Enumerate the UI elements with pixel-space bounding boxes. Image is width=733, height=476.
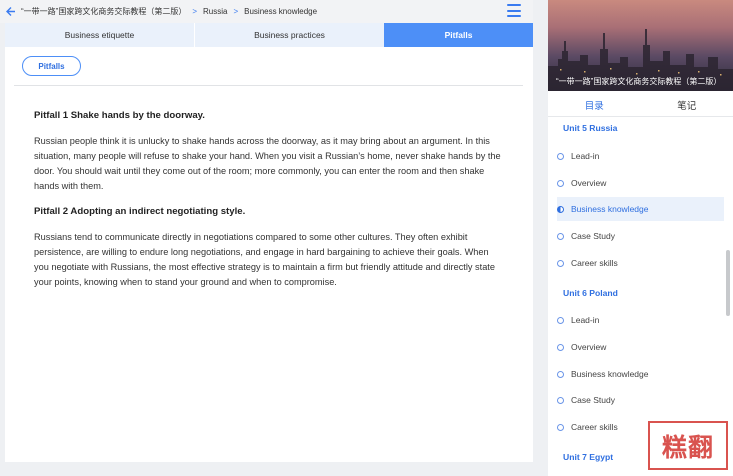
cover-title: “一带一路”国家跨文化商务交际教程（第二版）	[556, 77, 722, 86]
toc-item[interactable]: Overview	[557, 335, 724, 359]
toc-unit-title[interactable]: Unit 7 Egypt	[563, 452, 613, 462]
watermark-stamp: 糕翻	[648, 421, 728, 470]
toc-item[interactable]: Lead-in	[557, 144, 724, 168]
circle-icon	[557, 232, 564, 240]
menu-icon[interactable]	[507, 4, 521, 17]
circle-icon	[557, 152, 564, 160]
toc-item[interactable]: Case Study	[557, 388, 724, 412]
tab-business-etiquette[interactable]: Business etiquette	[5, 23, 194, 47]
sidebar-tabs: 目录 笔记	[548, 94, 733, 116]
toc-item-label: Overview	[571, 178, 607, 188]
toc-item-label: Business knowledge	[571, 369, 649, 379]
divider	[14, 85, 523, 86]
toc-unit-title[interactable]: Unit 5 Russia	[563, 123, 617, 133]
tab-business-practices[interactable]: Business practices	[194, 23, 384, 47]
toc-item-label: Case Study	[571, 395, 615, 405]
toc-item-label: Case Study	[571, 231, 615, 241]
tab-notes[interactable]: 笔记	[641, 94, 733, 116]
tab-toc[interactable]: 目录	[548, 94, 641, 116]
right-panel: “一带一路”国家跨文化商务交际教程（第二版） 目录 笔记 Unit 5 Russ…	[548, 0, 733, 476]
breadcrumb-book[interactable]: “一带一路”国家跨文化商务交际教程（第二版）	[21, 6, 186, 17]
toc-unit-title[interactable]: Unit 6 Poland	[563, 288, 618, 298]
tab-pitfalls[interactable]: Pitfalls	[384, 23, 533, 47]
circle-icon	[557, 396, 564, 404]
breadcrumb-separator-icon: >	[233, 7, 239, 16]
toc-item-label: Overview	[571, 342, 607, 352]
pitfall-1-title: Pitfall 1 Shake hands by the doorway.	[34, 110, 205, 121]
circle-icon	[557, 343, 564, 351]
toc-item-label: Lead-in	[571, 151, 600, 161]
toc-item[interactable]: Lead-in	[557, 308, 724, 332]
main-content: Pitfalls Pitfall 1 Shake hands by the do…	[5, 47, 533, 462]
scrollbar[interactable]	[726, 250, 730, 316]
toc-item[interactable]: Business knowledge	[557, 362, 724, 386]
circle-icon	[557, 423, 564, 431]
circle-icon	[557, 179, 564, 187]
toc-item-label: Business knowledge	[571, 204, 649, 214]
top-bar: “一带一路”国家跨文化商务交际教程（第二版） > Russia > Busine…	[0, 0, 533, 23]
toc-item[interactable]: Case Study	[557, 224, 724, 248]
circle-icon	[557, 316, 564, 324]
toc-item[interactable]: Overview	[557, 171, 724, 195]
pitfall-2-body: Russians tend to communicate directly in…	[34, 232, 495, 287]
half-circle-icon	[557, 205, 564, 213]
section-tabs: Business etiquette Business practices Pi…	[5, 23, 533, 47]
toc-item-label: Career skills	[571, 422, 618, 432]
breadcrumb-unit[interactable]: Russia	[203, 7, 227, 16]
breadcrumb-section: Business knowledge	[244, 7, 318, 16]
back-arrow-icon[interactable]	[3, 5, 17, 19]
pitfall-1-body: Russian people think it is unlucky to sh…	[34, 136, 501, 191]
toc-item[interactable]: Career skills	[557, 251, 724, 275]
pitfalls-pill-button[interactable]: Pitfalls	[22, 56, 81, 76]
pitfall-2-title: Pitfall 2 Adopting an indirect negotiati…	[34, 206, 246, 217]
circle-icon	[557, 259, 564, 267]
toc-item-label: Career skills	[571, 258, 618, 268]
article: Pitfall 1 Shake hands by the doorway. Ru…	[34, 108, 504, 300]
toc-item-label: Lead-in	[571, 315, 600, 325]
breadcrumb-separator-icon: >	[192, 7, 197, 16]
circle-icon	[557, 370, 564, 378]
book-cover-image: “一带一路”国家跨文化商务交际教程（第二版）	[548, 0, 733, 91]
toc-item-active[interactable]: Business knowledge	[557, 197, 724, 221]
